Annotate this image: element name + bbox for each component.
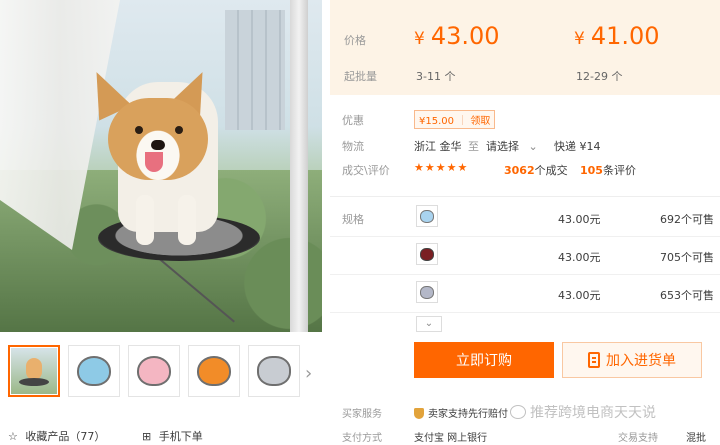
currency-symbol: ¥ [414,29,425,49]
ship-origin: 浙江 金华 [414,140,462,153]
sku-price: 43.00元 [558,289,601,302]
sku-table: 规格 43.00元 692个可售 43.00元 705个可售 43.00元 65… [330,196,720,331]
sku-row[interactable]: 43.00元 705个可售 [330,237,720,275]
sku-stock: 705个可售 [660,251,714,264]
product-gallery: › ☆ 收藏产品（77） ⊞ 手机下单 [0,0,322,445]
star-outline-icon: ☆ [8,430,18,443]
dog-nose [151,140,165,150]
sku-thumbnail[interactable] [416,281,438,303]
reviews-count[interactable]: 105条评价 [580,162,636,178]
price-value: 43.00 [430,22,500,50]
currency-symbol: ¥ [574,29,585,49]
chevron-right-icon[interactable]: › [305,363,312,384]
favorite-link[interactable]: ☆ 收藏产品（77） [8,428,105,444]
chevron-down-icon: ⌄ [528,140,538,153]
buy-now-button[interactable]: 立即订购 [414,342,554,378]
dog-eye [175,126,183,134]
background-buildings [225,10,285,130]
chevron-down-icon: ⌄ [424,318,434,329]
coupon-amount: ¥15.00 [419,116,454,127]
mobile-order-label: 手机下单 [158,430,203,443]
thumb-pink[interactable] [128,345,180,397]
promo-label: 优惠 [342,114,364,127]
main-product-image[interactable] [0,0,322,332]
mobile-order-link[interactable]: ⊞ 手机下单 [142,428,203,444]
sku-row[interactable]: 43.00元 692个可售 [330,199,720,237]
price-tier-1: ¥43.00 [414,22,500,50]
add-to-cart-button[interactable]: 加入进货单 [562,342,702,378]
sku-row[interactable]: 43.00元 653个可售 [330,275,720,313]
trade-support-value: 混批 [686,433,706,444]
watermark-text: 推荐跨境电商天天说 [530,405,656,421]
gallery-actions: ☆ 收藏产品（77） ⊞ 手机下单 [0,420,322,445]
logistics-label: 物流 [342,140,364,153]
sku-thumbnail[interactable] [416,205,438,227]
thumbnail-strip: › [0,345,322,405]
deals-suffix: 个成交 [534,164,568,177]
rating-stars: ★★★★★ [414,161,469,174]
destination-value: 请选择 [486,140,519,153]
thumb-dog-photo[interactable] [8,345,60,397]
thumb-blue[interactable] [68,345,120,397]
wechat-icon [510,405,526,419]
trade-support-label: 交易支持 [618,433,658,444]
dog-leg [136,195,154,245]
seller-service-label: 买家服务 [342,409,382,420]
sku-stock: 692个可售 [660,213,714,226]
product-detail-panel: 价格 起批量 ¥43.00 3-11 个 ¥41.00 12-29 个 优惠 ¥… [330,0,720,445]
quantity-range: 12-29 个 [576,70,623,83]
shield-icon [414,408,424,419]
price-tier-2: ¥41.00 [574,22,660,50]
dog-leg [178,195,196,245]
quantity-range: 3-11 个 [416,70,456,83]
watermark: 推荐跨境电商天天说 [510,402,656,422]
price-section: 价格 起批量 ¥43.00 3-11 个 ¥41.00 12-29 个 [330,0,720,95]
seller-service-text: 卖家支持先行赔付 [428,409,508,420]
thumb-orange[interactable] [188,345,240,397]
deals-count[interactable]: 3062个成交 [504,162,568,178]
favorite-label: 收藏产品（77） [25,430,106,443]
add-to-cart-label: 加入进货单 [606,352,676,368]
sku-stock: 653个可售 [660,289,714,302]
thumb-grey[interactable] [248,345,300,397]
coupon-badge[interactable]: ¥15.00 ｜ 领取 [414,110,496,129]
window-frame [290,0,308,332]
destination-select[interactable]: 请选择 ⌄ [486,138,538,154]
dog-eye [135,126,143,134]
reviews-number: 105 [580,164,603,177]
dog-tongue [145,152,163,172]
price-label: 价格 [344,34,366,47]
sku-price: 43.00元 [558,213,601,226]
payment-methods: 支付宝 网上银行 [414,433,488,444]
clipboard-icon [588,352,600,368]
reviews-suffix: 条评价 [602,164,636,177]
expand-sku-button[interactable]: ⌄ [416,316,442,332]
price-value: 41.00 [590,22,660,50]
payment-label: 支付方式 [342,433,382,444]
shipping-fee: 快递 ¥14 [554,140,601,153]
moq-label: 起批量 [344,70,377,83]
sku-price: 43.00元 [558,251,601,264]
ship-to-word: 至 [468,140,479,153]
qrcode-icon: ⊞ [142,430,152,443]
deals-number: 3062 [504,164,535,177]
reviews-label: 成交\评价 [342,164,390,177]
coupon-claim: 领取 [470,116,491,127]
seller-service: 卖家支持先行赔付 [414,405,508,420]
sku-thumbnail[interactable] [416,243,438,265]
